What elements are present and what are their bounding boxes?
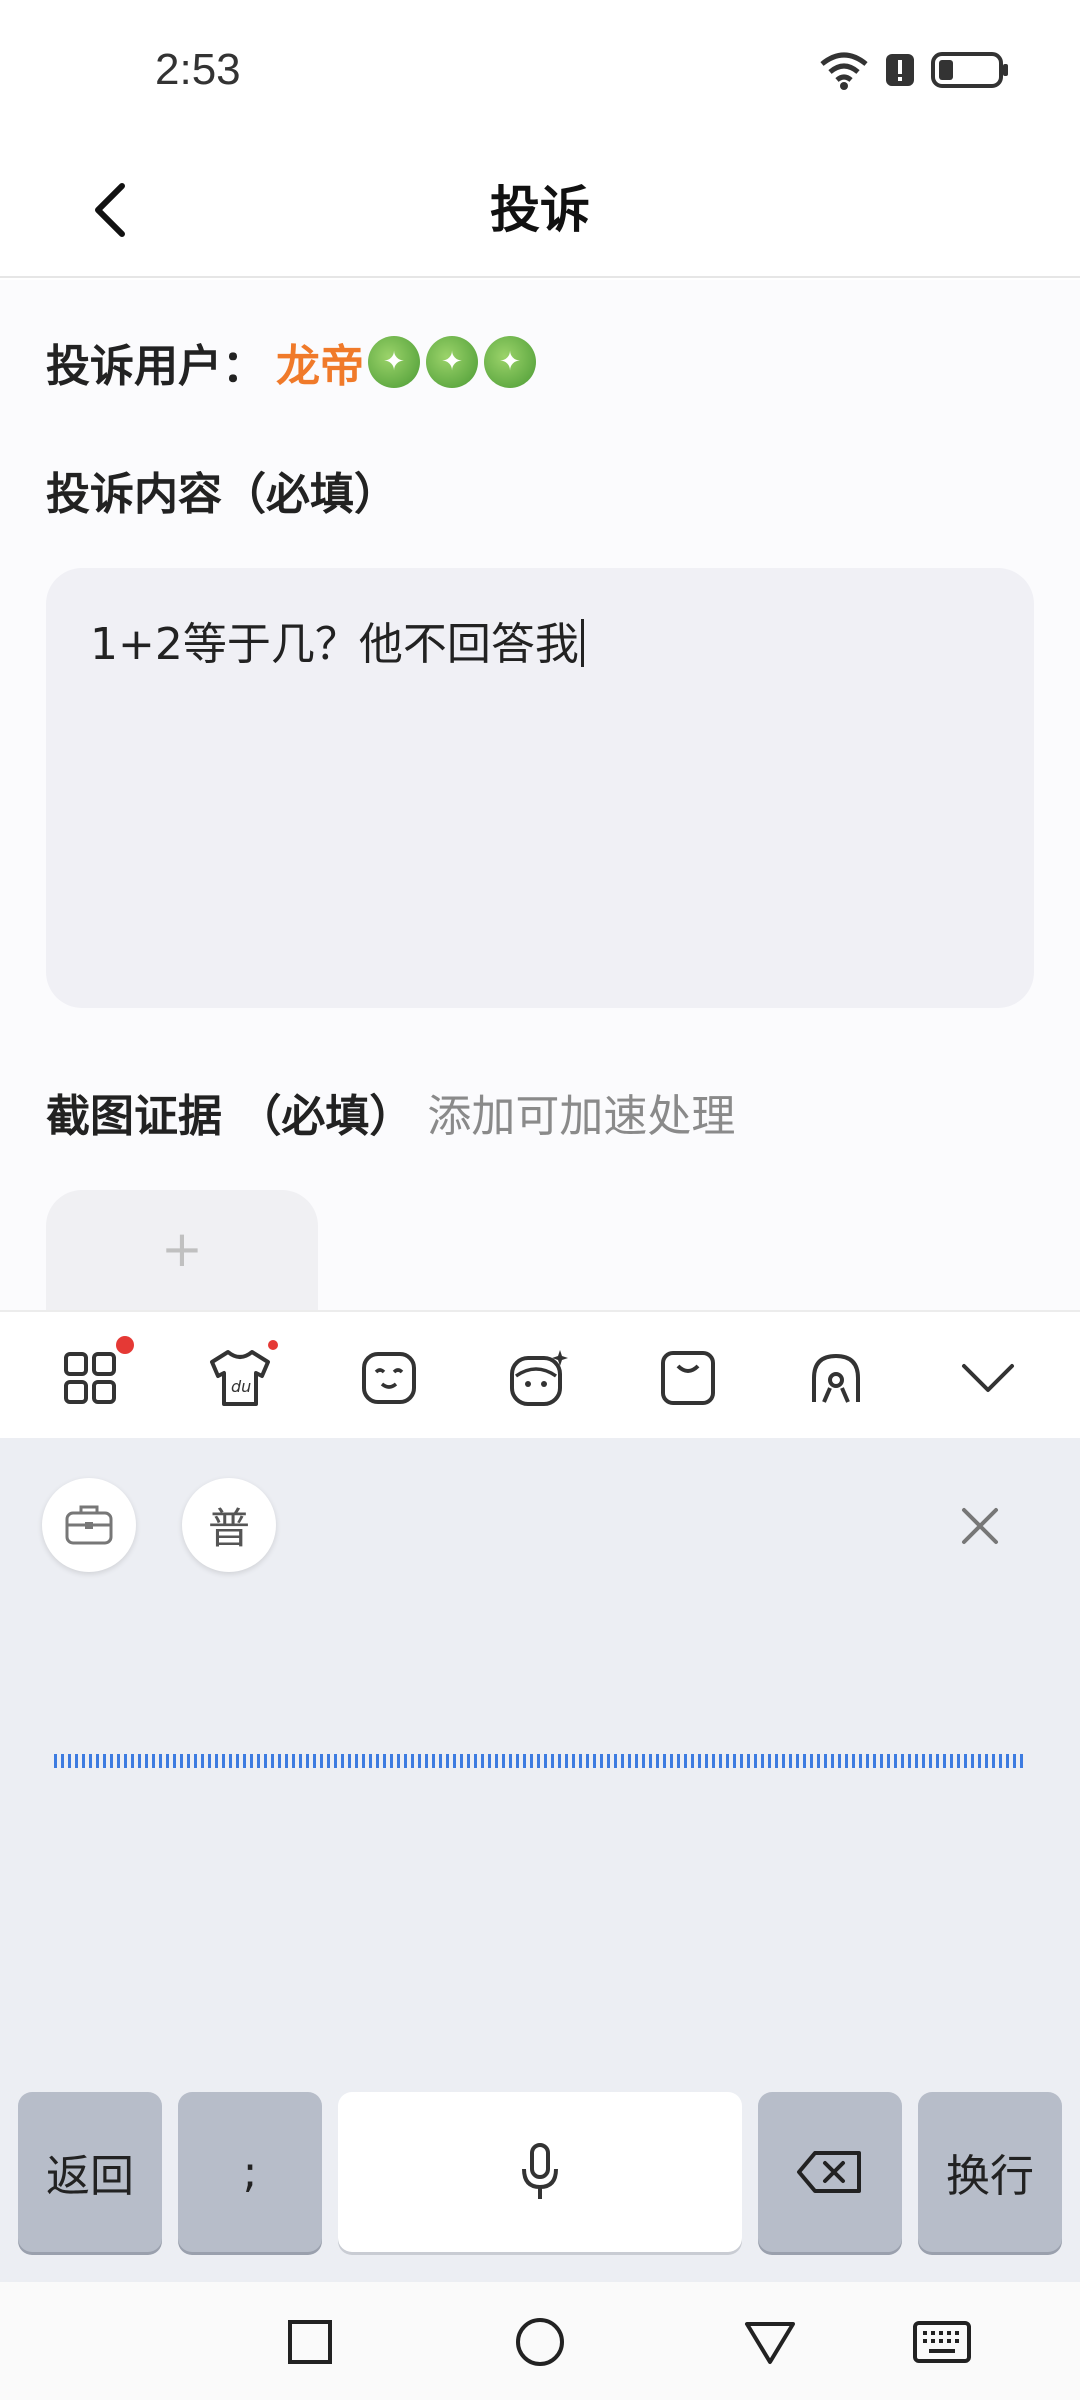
evidence-row: 截图证据 （必填） 添加可加速处理 [46, 1080, 735, 1144]
complaint-content-label: 投诉内容（必填） [46, 469, 398, 520]
language-mode-button[interactable]: 普 [182, 1478, 276, 1572]
close-icon [962, 1508, 998, 1544]
back-key[interactable]: 返回 [18, 2092, 162, 2252]
emoji-icon [362, 1352, 416, 1404]
ime-toolbar: du [0, 1310, 1080, 1438]
complaint-content-text: 1+2等于几？他不回答我 [90, 619, 579, 670]
add-screenshot-button[interactable]: + [46, 1190, 318, 1320]
triangle-down-icon [745, 2322, 795, 2364]
voice-waveform [54, 1754, 1024, 1768]
dragon-icon: ✦ [484, 336, 536, 388]
backspace-key[interactable] [758, 2092, 902, 2252]
clipboard-button[interactable] [656, 1346, 720, 1410]
status-time: 2:53 [155, 45, 241, 94]
apps-grid-button[interactable] [58, 1336, 134, 1410]
complaint-form: 投诉用户： 龙帝 ✦ ✦ ✦ 投诉内容（必填） 1+2等于几？他不回答我 截图证… [0, 280, 1080, 1320]
status-bar: 2:53 [0, 0, 1080, 140]
user-badges: ✦ ✦ ✦ [368, 336, 536, 388]
evidence-hint: 添加可加速处理 [427, 1091, 736, 1142]
home-button[interactable] [510, 2312, 570, 2372]
assistant-button[interactable] [804, 1346, 868, 1410]
top-nav-bar: 投诉 [0, 140, 1080, 278]
evidence-label: 截图证据 （必填） [46, 1091, 414, 1142]
newline-key[interactable]: 换行 [918, 2092, 1062, 2252]
alert-icon [886, 54, 914, 86]
reported-user-name: 龙帝 [276, 341, 364, 392]
voice-space-key[interactable] [338, 2092, 742, 2252]
reported-user-label: 投诉用户： [46, 341, 266, 392]
language-mode-label: 普 [207, 1503, 250, 1553]
bag-icon [661, 1351, 715, 1405]
dragon-face-icon: ✦ [368, 336, 420, 388]
recents-button[interactable] [280, 2312, 340, 2372]
status-icons [818, 50, 1010, 90]
emoji-button[interactable] [358, 1346, 422, 1410]
reported-user-row: 投诉用户： 龙帝 ✦ ✦ ✦ [46, 330, 536, 394]
wifi-icon [820, 52, 868, 90]
back-nav-button[interactable] [740, 2312, 800, 2372]
toolbox-button[interactable] [42, 1478, 136, 1572]
backspace-icon [797, 2151, 861, 2193]
circle-icon [516, 2318, 564, 2366]
square-icon [288, 2320, 332, 2364]
close-voice-button[interactable] [952, 1498, 1008, 1554]
tshirt-icon: du [210, 1350, 270, 1406]
notification-dot [116, 1336, 134, 1354]
assistant-icon [812, 1353, 860, 1403]
system-nav-bar [0, 2282, 1080, 2400]
complaint-content-input[interactable]: 1+2等于几？他不回答我 [46, 568, 1034, 1008]
page-title: 投诉 [490, 181, 590, 239]
plus-icon: + [161, 1220, 203, 1278]
keyboard-icon [913, 2321, 971, 2363]
dragon-icon: ✦ [426, 336, 478, 388]
avatar-button[interactable] [506, 1346, 570, 1410]
face-sparkle-icon [510, 1350, 568, 1406]
skin-button[interactable]: du [208, 1340, 278, 1410]
battery-icon [931, 52, 1008, 88]
grid-icon [64, 1352, 116, 1404]
voice-input-panel: 普 返回 ; 换行 [0, 1438, 1080, 2282]
svg-text:du: du [231, 1377, 251, 1396]
text-caret [580, 619, 584, 667]
briefcase-icon [65, 1505, 113, 1545]
notification-dot [268, 1340, 278, 1350]
collapse-keyboard-button[interactable] [956, 1346, 1020, 1410]
semicolon-key[interactable]: ; [178, 2092, 322, 2252]
microphone-icon [522, 2143, 558, 2199]
chevron-down-icon [962, 1364, 1014, 1392]
keyboard-switch-button[interactable] [912, 2312, 972, 2372]
